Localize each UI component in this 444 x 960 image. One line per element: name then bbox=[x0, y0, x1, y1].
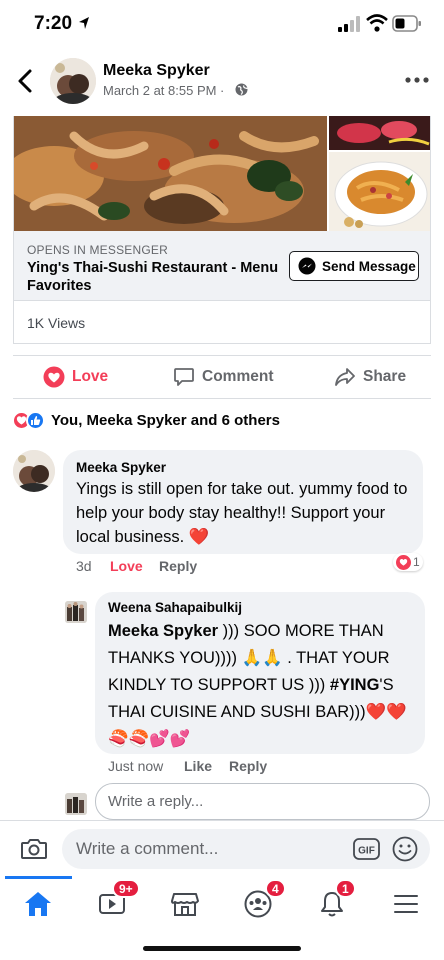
wifi-icon bbox=[366, 14, 388, 32]
comment-bubble[interactable]: Meeka Spyker Yings is still open for tak… bbox=[63, 450, 423, 554]
own-avatar-small bbox=[65, 793, 87, 815]
comment-icon bbox=[174, 368, 194, 386]
reply-text: Meeka Spyker ))) SOO MORE THAN THANKS YO… bbox=[108, 618, 423, 753]
reply-reply-button[interactable]: Reply bbox=[229, 758, 267, 774]
gif-icon[interactable]: GIF bbox=[353, 838, 380, 860]
back-arrow-icon[interactable] bbox=[14, 68, 38, 94]
views-row: 1K Views bbox=[14, 302, 430, 343]
reply-placeholder: Write a reply... bbox=[108, 793, 204, 810]
avatar-photo-icon bbox=[50, 58, 96, 104]
reply-input[interactable]: Write a reply... bbox=[95, 783, 430, 820]
avatar-photo-icon bbox=[65, 601, 87, 623]
comment-placeholder: Write a comment... bbox=[76, 839, 219, 858]
reply-author[interactable]: Weena Sahapaibulkij bbox=[108, 600, 242, 615]
send-message-label: Send Message bbox=[322, 258, 416, 274]
avatar-photo-icon bbox=[13, 450, 55, 492]
food-photo-bottom bbox=[329, 152, 430, 231]
comment-button[interactable]: Comment bbox=[173, 364, 273, 390]
reply-time: Just now bbox=[108, 758, 164, 774]
tab-marketplace[interactable] bbox=[165, 884, 205, 924]
food-photo-top bbox=[329, 116, 430, 150]
tab-home[interactable] bbox=[18, 884, 58, 924]
divider bbox=[13, 355, 431, 356]
love-button[interactable]: Love bbox=[43, 364, 108, 390]
reaction-count-value: 1 bbox=[413, 555, 420, 569]
tab-menu[interactable] bbox=[386, 884, 426, 924]
link-preview-card[interactable]: OPENS IN MESSENGER Ying's Thai-Sushi Res… bbox=[13, 116, 431, 344]
globe-icon bbox=[235, 83, 248, 96]
battery-icon bbox=[392, 15, 421, 32]
camera-icon[interactable] bbox=[20, 837, 48, 861]
heart-reaction-icon bbox=[43, 366, 65, 388]
replier-avatar[interactable] bbox=[65, 601, 87, 623]
reply-mention[interactable]: Meeka Spyker bbox=[108, 622, 218, 640]
active-tab-indicator bbox=[5, 876, 72, 879]
reactions-text: You, Meeka Spyker and 6 others bbox=[51, 411, 280, 429]
send-message-button[interactable]: Send Message bbox=[289, 251, 419, 281]
svg-text:GIF: GIF bbox=[358, 846, 375, 857]
commenter-avatar[interactable] bbox=[13, 450, 55, 492]
messenger-icon bbox=[298, 257, 316, 275]
comment-text: Yings is still open for take out. yummy … bbox=[76, 480, 408, 546]
comment-reply-button[interactable]: Reply bbox=[159, 558, 197, 574]
like-reaction-icon bbox=[26, 410, 45, 430]
comment-label: Comment bbox=[202, 368, 274, 385]
groups-badge: 4 bbox=[265, 879, 286, 898]
marketplace-icon bbox=[171, 893, 199, 916]
view-count: 1K Views bbox=[27, 315, 86, 331]
share-button[interactable]: Share bbox=[334, 364, 406, 390]
divider bbox=[13, 398, 431, 399]
emoji-icon[interactable] bbox=[392, 836, 418, 862]
post-header: Meeka Spyker March 2 at 8:55 PM · bbox=[0, 48, 444, 114]
author-name[interactable]: Meeka Spyker bbox=[103, 62, 210, 80]
comment-author[interactable]: Meeka Spyker bbox=[76, 460, 166, 475]
love-label: Love bbox=[72, 368, 109, 385]
post-date[interactable]: March 2 at 8:55 PM · bbox=[103, 83, 224, 98]
home-indicator bbox=[143, 946, 301, 951]
food-photo-main bbox=[14, 116, 327, 231]
hamburger-menu-icon bbox=[394, 895, 418, 913]
home-icon bbox=[25, 892, 51, 916]
location-arrow-icon bbox=[79, 17, 89, 29]
comment-time: 3d bbox=[76, 558, 92, 574]
share-icon bbox=[335, 368, 355, 386]
watch-badge: 9+ bbox=[112, 879, 140, 898]
status-bar: 7:20 bbox=[0, 0, 444, 48]
comment-composer: Write a comment... GIF bbox=[0, 820, 444, 876]
avatar-photo-icon bbox=[65, 793, 87, 815]
share-label: Share bbox=[363, 368, 407, 385]
notifications-badge: 1 bbox=[335, 879, 356, 898]
reply-bubble[interactable]: Weena Sahapaibulkij Meeka Spyker ))) SOO… bbox=[95, 592, 425, 754]
heart-reaction-icon bbox=[396, 554, 411, 570]
reactions-summary[interactable]: You, Meeka Spyker and 6 others bbox=[12, 409, 280, 431]
link-title[interactable]: Ying's Thai-Sushi Restaurant - Menu Favo… bbox=[27, 259, 282, 295]
link-info[interactable]: OPENS IN MESSENGER Ying's Thai-Sushi Res… bbox=[14, 231, 430, 301]
comment-reaction-count[interactable]: 1 bbox=[393, 553, 423, 571]
status-time: 7:20 bbox=[34, 13, 73, 34]
comment-love-button[interactable]: Love bbox=[110, 558, 143, 574]
author-avatar[interactable] bbox=[50, 58, 96, 104]
more-options-icon[interactable] bbox=[404, 74, 430, 86]
cellular-signal-icon bbox=[338, 16, 360, 32]
reply-like-button[interactable]: Like bbox=[184, 758, 212, 774]
reply-hashtag[interactable]: #YING bbox=[330, 676, 380, 694]
link-caption: OPENS IN MESSENGER bbox=[27, 243, 168, 257]
